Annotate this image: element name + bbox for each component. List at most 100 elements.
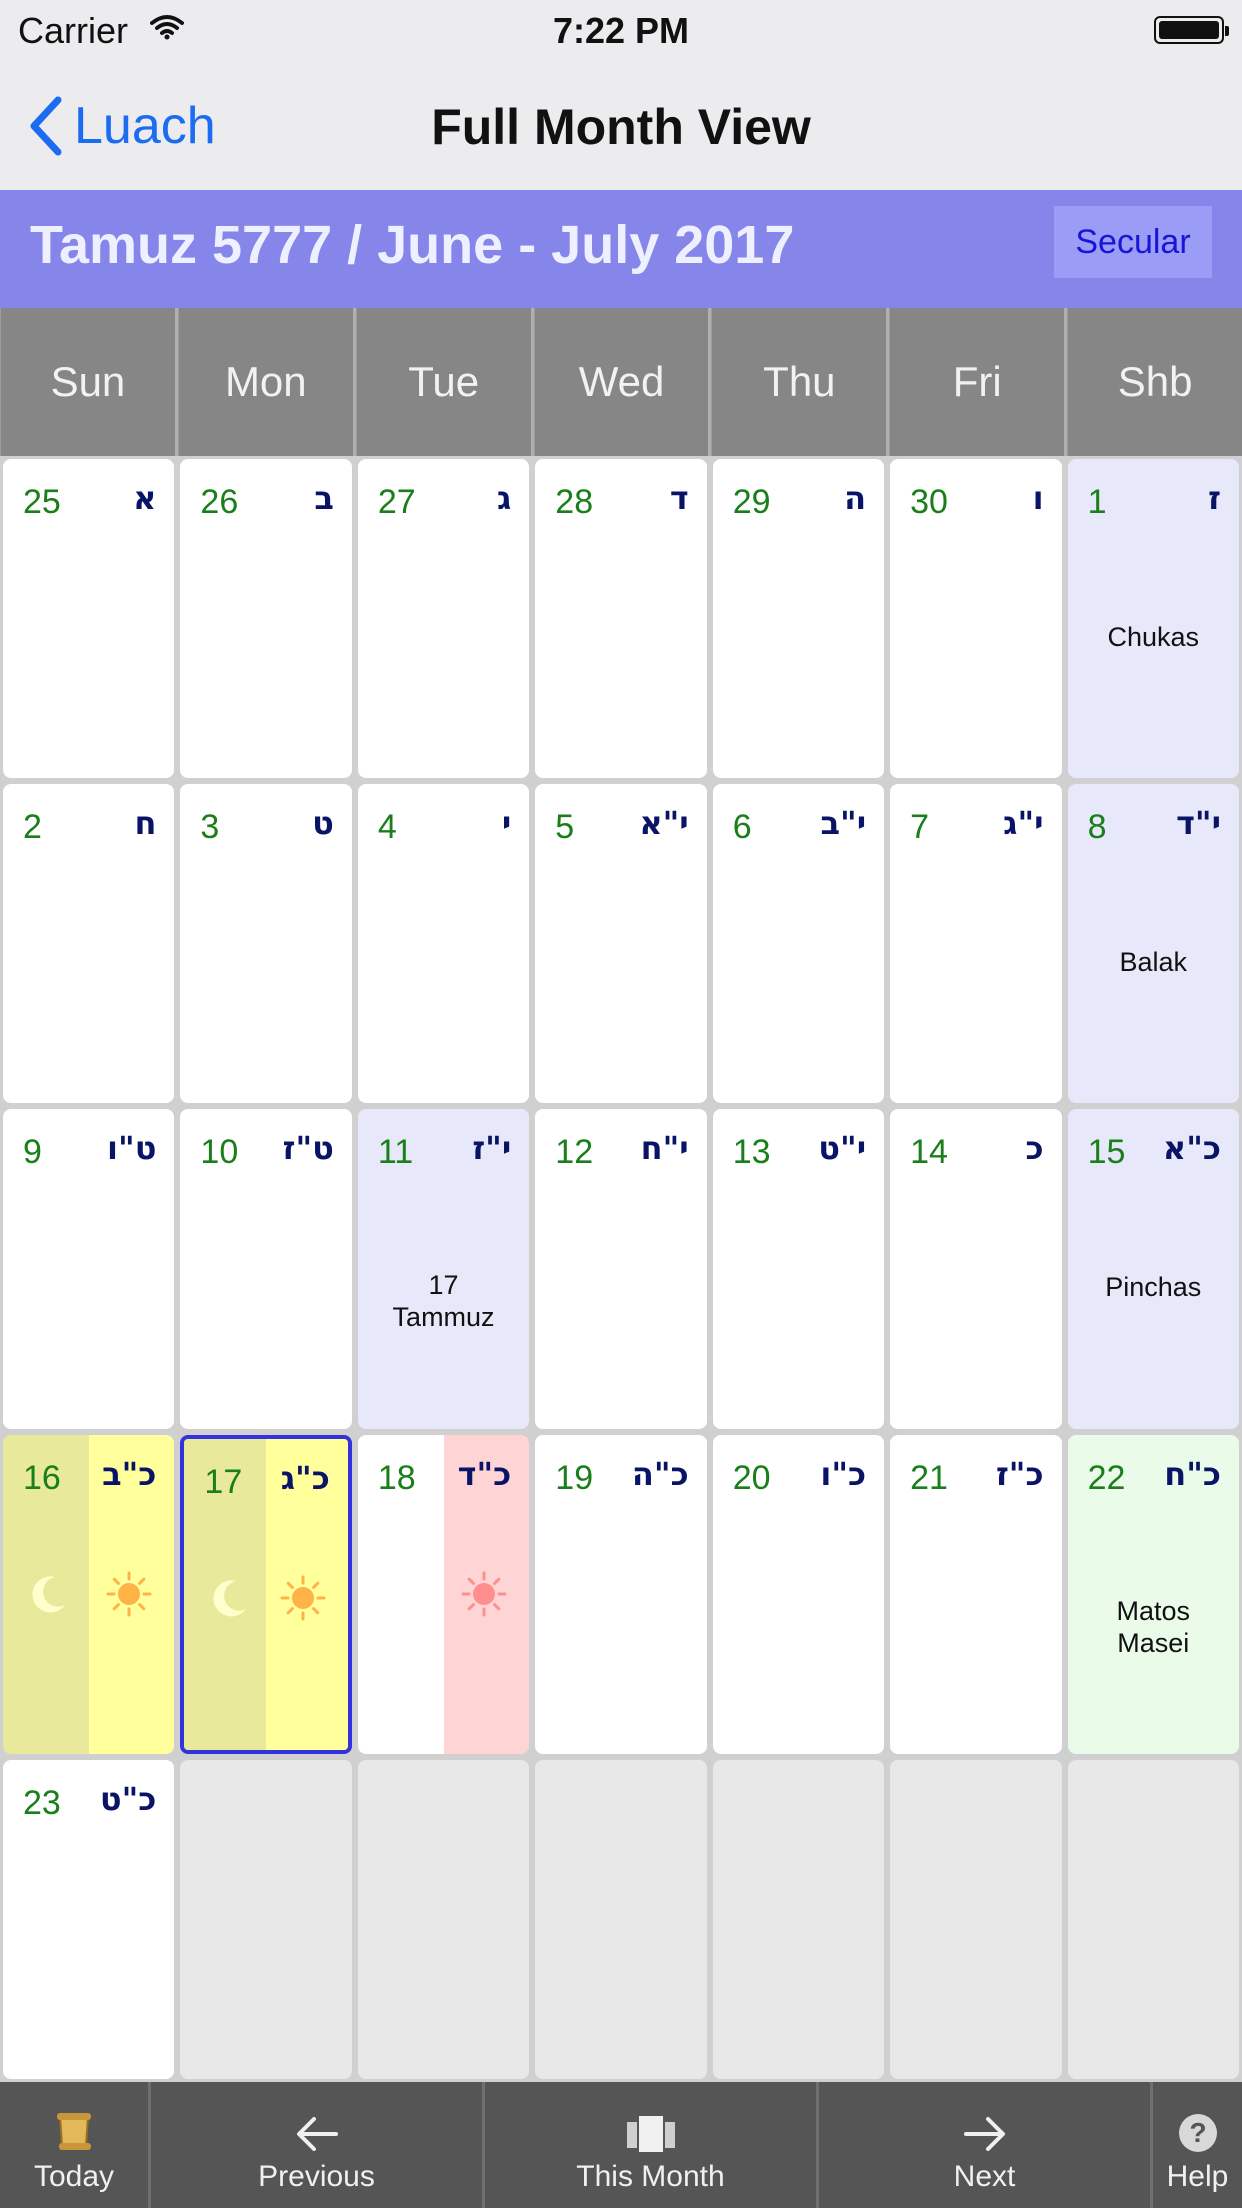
day-cell[interactable]: 3ט [180,784,352,1104]
weekday-fri: Fri [889,308,1068,456]
day-cell[interactable]: 30 ו [890,459,1062,779]
weekday-mon: Mon [177,308,356,456]
weekday-tue: Tue [355,308,534,456]
arrow-left-icon [294,2114,340,2154]
hebrew-date: י"א [639,804,689,843]
sun-icon [106,1571,152,1622]
day-cell[interactable]: 20 כ"ו [712,1434,885,1754]
empty-day-cell [890,1759,1062,2079]
day-cell[interactable]: 23 כ"ט [3,1759,175,2079]
gregorian-date: 26 [200,483,239,521]
this-month-label: This Month [576,2160,725,2193]
hebrew-date: י"ב [820,804,867,843]
day-cell[interactable]: 9 ט"ו [3,1109,175,1429]
moon-icon [206,1575,252,1626]
hebrew-date: א [133,479,157,517]
gregorian-date: 10 [200,1133,239,1172]
day-note: Chukas [1107,622,1200,652]
day-cell[interactable]: 18 כ"ד [357,1434,530,1754]
gregorian-date: 18 [377,1458,416,1497]
hebrew-date: ב [314,479,334,517]
gregorian-date: 13 [732,1133,771,1172]
day-cell[interactable]: 12 י"ח [535,1109,707,1429]
svg-text:?: ? [1189,2117,1206,2148]
hebrew-date: כ"ב [102,1454,157,1493]
empty-day-cell [712,1759,885,2079]
day-cell[interactable]: 16 כ"ב [3,1434,175,1754]
day-cell[interactable]: 29 ה [712,459,885,779]
day-cell[interactable]: 13 י"ט [712,1109,885,1429]
day-cell[interactable]: 1 ז Chukas [1067,459,1239,779]
day-cell[interactable]: 14 כ [890,1109,1062,1429]
day-cell[interactable]: 21 כ"ז [890,1434,1062,1754]
day-cell-selected[interactable]: 17 כ"ג [180,1434,352,1754]
clock: 7:22 PM [552,10,690,51]
gregorian-date: 6 [732,808,752,847]
sun-icon [280,1575,326,1626]
hebrew-date: ג [496,479,512,517]
month-title: Tamuz 5777 / June - July 2017 [30,215,795,275]
day-cell[interactable]: 4י [357,784,530,1104]
hebrew-date: י"ח [640,1129,689,1168]
scroll-icon [52,2110,96,2154]
hebrew-date: כ"ו [820,1454,867,1493]
gregorian-date: 27 [377,483,416,521]
gregorian-date: 16 [23,1458,61,1497]
day-cell[interactable]: 10 ט"ז [180,1109,352,1429]
gregorian-date: 19 [555,1458,594,1497]
hebrew-date: כ"ג [280,1458,330,1497]
day-cell[interactable]: 27 ג [357,459,530,779]
secular-toggle-button[interactable]: Secular [1054,206,1212,278]
arrow-right-icon [962,2114,1008,2154]
day-cell[interactable]: 2ח [3,784,175,1104]
gregorian-date: 14 [910,1133,948,1172]
day-cell[interactable]: 7 י"ג [890,784,1062,1104]
help-button[interactable]: ? Help [1153,2082,1242,2208]
hebrew-date: י"ט [818,1129,867,1168]
day-cell[interactable]: 11 י"ז 17 Tammuz [357,1109,530,1429]
gregorian-date: 7 [910,808,930,847]
hebrew-date: י"ג [1003,804,1044,843]
hebrew-date: כ"ה [631,1454,689,1493]
day-cell[interactable]: 25 א [3,459,175,779]
hebrew-date: כ"א [1162,1129,1221,1168]
gregorian-date: 28 [555,483,594,521]
day-cell[interactable]: 8 י"ד Balak [1067,784,1239,1104]
status-bar: Carrier 7:22 PM [0,0,1242,60]
gregorian-date: 17 [204,1462,243,1501]
weekday-wed: Wed [533,308,712,456]
gregorian-date: 8 [1087,808,1107,847]
empty-day-cell [180,1759,352,2079]
day-cell[interactable]: 28 ד [535,459,707,779]
gregorian-date: 21 [910,1458,948,1497]
page-title: Full Month View [431,99,811,155]
gregorian-date: 29 [732,483,771,521]
gregorian-date: 9 [23,1133,42,1172]
day-cell[interactable]: 15 כ"א Pinchas [1067,1109,1239,1429]
calendar-grid: 25 א 26 ב 27 ג 28 ד 29 ה 30 ו 1 ז Chukas 2 ח 3 ט 4 י 5 י"א 6 י"ב… [0,456,1242,2082]
hebrew-date: ח [134,804,157,843]
previous-button[interactable]: Previous [151,2082,482,2208]
hebrew-date: ט [312,804,334,843]
month-header: Tamuz 5777 / June - July 2017 Secular [0,190,1242,308]
day-cell[interactable]: 5 י"א [535,784,707,1104]
day-cell[interactable]: 26 ב [180,459,352,779]
weekday-shb: Shb [1067,308,1242,456]
this-month-button[interactable]: This Month [485,2082,816,2208]
hebrew-date: י"ז [472,1129,512,1168]
empty-day-cell [1067,1759,1239,2079]
day-cell[interactable]: 6 י"ב [712,784,885,1104]
next-button[interactable]: Next [819,2082,1150,2208]
gregorian-date: 1 [1087,483,1107,521]
gregorian-date: 22 [1087,1458,1126,1497]
gregorian-date: 3 [200,808,220,847]
previous-label: Previous [258,2160,375,2193]
day-cell[interactable]: 22 כ"ח Matos Masei [1067,1434,1239,1754]
gregorian-date: 25 [23,483,61,521]
today-button[interactable]: Today [0,2082,148,2208]
hebrew-date: ו [1032,479,1044,517]
weekday-thu: Thu [711,308,890,456]
day-cell[interactable]: 19 כ"ה [535,1434,707,1754]
help-label: Help [1166,2160,1229,2193]
hebrew-date: כ"ד [457,1454,512,1493]
